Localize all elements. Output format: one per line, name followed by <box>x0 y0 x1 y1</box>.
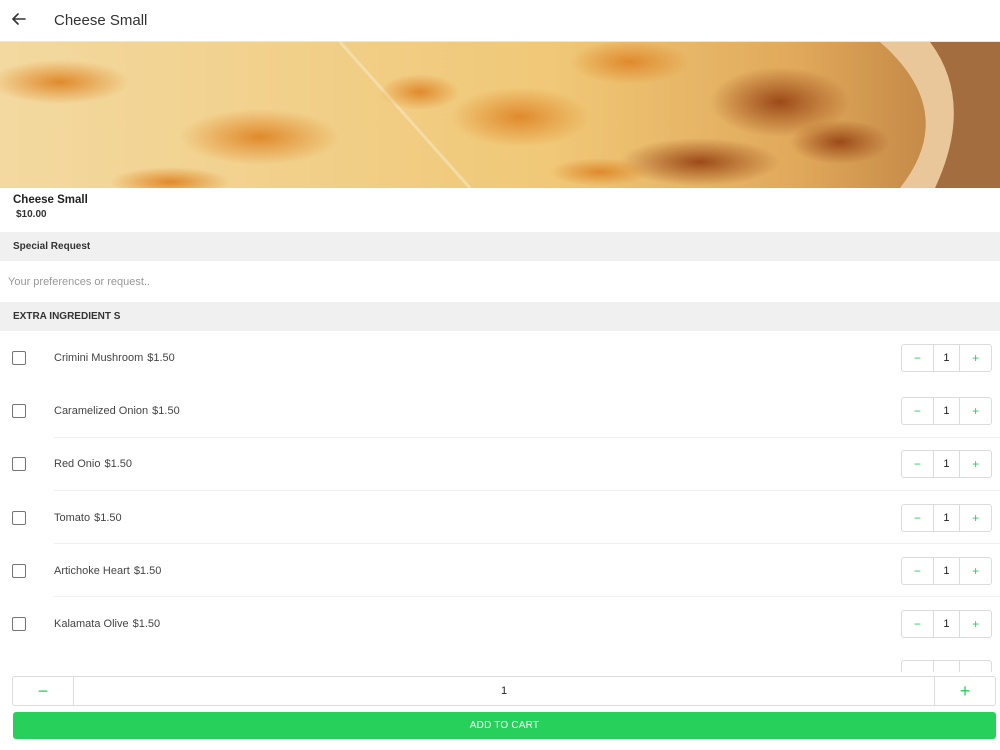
ingredient-checkbox[interactable] <box>12 617 26 632</box>
page-title: Cheese Small <box>54 12 148 29</box>
product-name: Cheese Small <box>13 194 88 206</box>
decrement-button[interactable]: − <box>902 611 933 637</box>
list-item: Artichoke Heart $1.50 − 1 + <box>0 544 1000 598</box>
ingredient-quantity-stepper: − 1 + <box>901 503 992 532</box>
quantity-value: 1 <box>932 557 961 584</box>
ingredient-checkbox[interactable] <box>12 457 26 472</box>
product-info: Cheese Small $10.00 <box>13 194 88 220</box>
increment-button[interactable]: + <box>960 345 991 371</box>
quantity-value: 1 <box>932 344 961 371</box>
ingredient-price: $1.50 <box>132 618 161 631</box>
ingredient-price: $1.50 <box>133 564 162 577</box>
list-item: Tomato $1.50 − 1 + <box>0 491 1000 545</box>
increment-button[interactable] <box>960 661 991 672</box>
increment-button[interactable]: + <box>960 398 991 424</box>
ingredient-name: Caramelized Onion <box>54 404 149 417</box>
app-bar: Cheese Small <box>0 0 1000 42</box>
quantity-value <box>932 661 961 672</box>
cart-footer: − 1 + ADD TO CART <box>0 672 1000 750</box>
ingredient-price: $1.50 <box>147 351 175 364</box>
ingredient-name: Kalamata Olive <box>54 618 129 631</box>
quantity-value: 1 <box>932 504 961 531</box>
increment-button[interactable]: + <box>960 611 991 637</box>
item-quantity-stepper: − 1 + <box>12 676 996 706</box>
special-request-heading: Special Request <box>0 232 1000 261</box>
quantity-decrement-button[interactable]: − <box>13 677 73 705</box>
decrement-button[interactable]: − <box>902 451 933 477</box>
ingredient-quantity-stepper: − 1 + <box>901 396 992 425</box>
extra-ingredients-heading: EXTRA INGREDIENT S <box>0 302 1000 331</box>
decrement-button[interactable]: − <box>902 345 933 371</box>
ingredient-name: Tomato <box>54 511 91 524</box>
partially-visible-stepper <box>901 660 992 672</box>
add-to-cart-button[interactable]: ADD TO CART <box>13 712 996 739</box>
quantity-value: 1 <box>932 397 961 424</box>
decrement-button[interactable]: − <box>902 398 933 424</box>
decrement-button[interactable]: − <box>902 558 933 584</box>
ingredient-name: Crimini Mushroom <box>54 351 144 364</box>
ingredient-name: Red Onio <box>54 458 101 471</box>
ingredient-quantity-stepper: − 1 + <box>901 343 992 372</box>
back-button[interactable] <box>0 0 38 42</box>
special-request-input[interactable] <box>0 261 1000 302</box>
list-item: Caramelized Onion $1.50 − 1 + <box>0 384 1000 438</box>
quantity-value: 1 <box>932 451 961 478</box>
ingredient-quantity-stepper: − 1 + <box>901 610 992 639</box>
list-item: Red Onio $1.50 − 1 + <box>0 438 1000 491</box>
quantity-value: 1 <box>932 611 961 638</box>
ingredient-price: $1.50 <box>152 404 180 417</box>
ingredient-price: $1.50 <box>94 511 122 524</box>
quantity-increment-button[interactable]: + <box>935 677 995 705</box>
increment-button[interactable]: + <box>960 505 991 531</box>
ingredient-price: $1.50 <box>104 458 133 471</box>
arrow-left-icon <box>12 12 26 30</box>
product-image <box>0 42 1000 188</box>
increment-button[interactable]: + <box>960 451 991 477</box>
ingredient-quantity-stepper: − 1 + <box>901 556 992 585</box>
product-price: $10.00 <box>16 209 47 220</box>
list-item: Crimini Mushroom $1.50 − 1 + <box>0 331 1000 384</box>
ingredient-checkbox[interactable] <box>12 563 26 578</box>
ingredient-name: Artichoke Heart <box>54 564 130 577</box>
ingredient-checkbox[interactable] <box>12 510 26 525</box>
decrement-button[interactable] <box>902 661 933 672</box>
ingredient-quantity-stepper: − 1 + <box>901 450 992 479</box>
increment-button[interactable]: + <box>960 558 991 584</box>
list-item: Kalamata Olive $1.50 − 1 + <box>0 597 1000 650</box>
item-quantity-value: 1 <box>73 677 935 705</box>
ingredients-list: Crimini Mushroom $1.50 − 1 + Caramelized … <box>0 331 1000 671</box>
decrement-button[interactable]: − <box>902 505 933 531</box>
ingredient-checkbox[interactable] <box>12 350 26 365</box>
ingredient-checkbox[interactable] <box>12 403 26 418</box>
